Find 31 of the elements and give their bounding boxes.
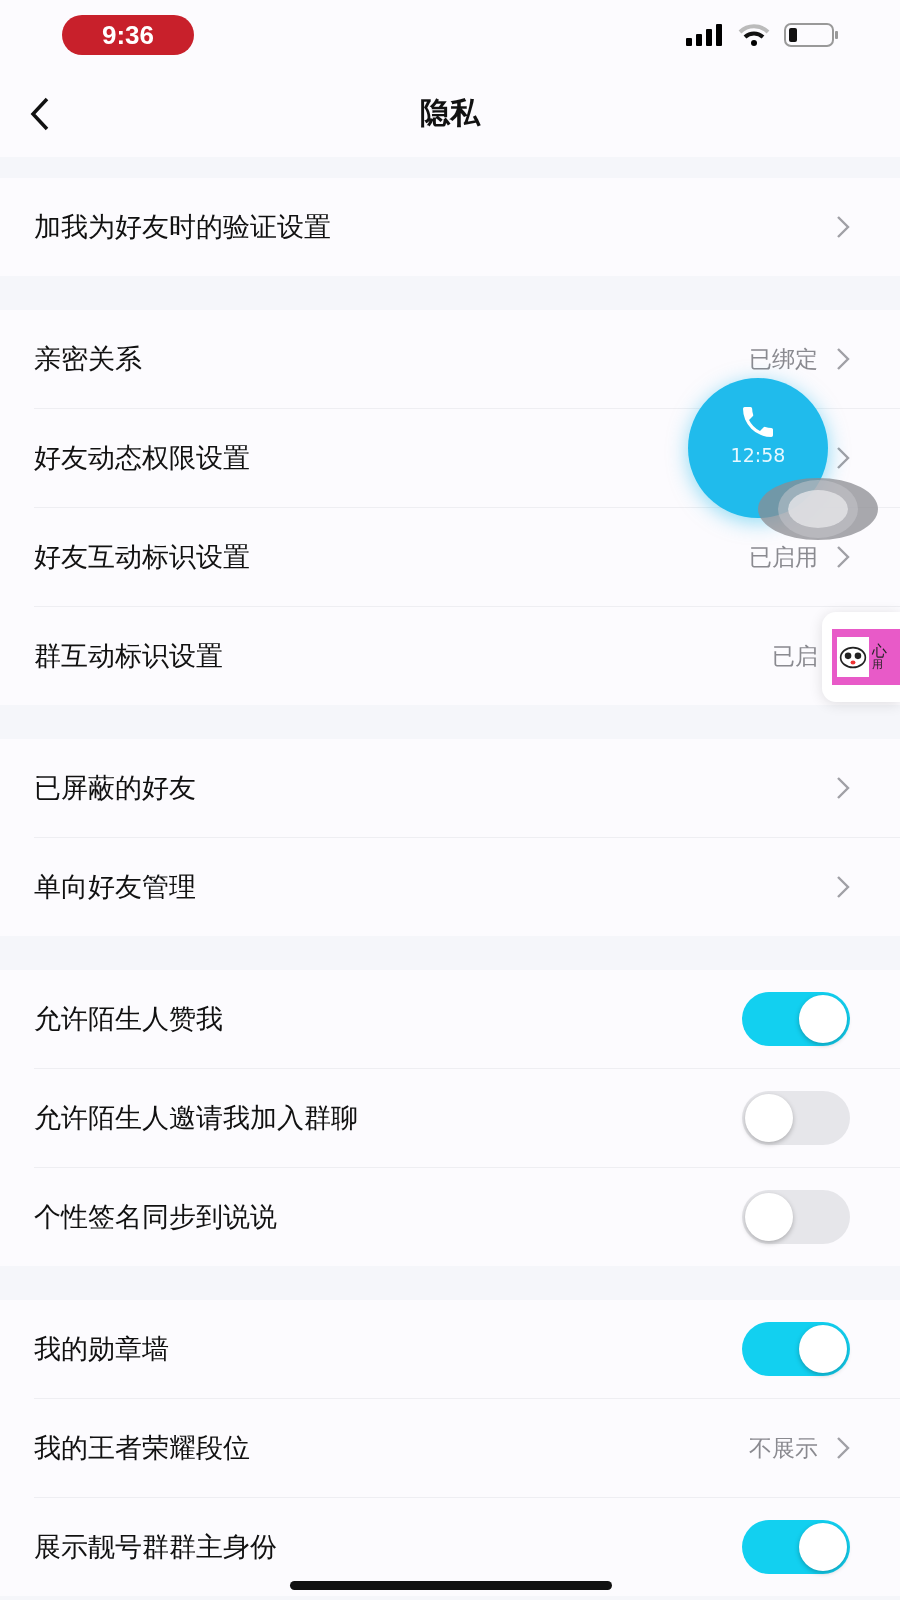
card-title: 心 [872, 642, 887, 660]
row-label: 群互动标识设置 [34, 639, 223, 673]
settings-row[interactable]: 允许陌生人邀请我加入群聊 [34, 1068, 900, 1167]
settings-row[interactable]: 加我为好友时的验证设置 [34, 178, 900, 276]
row-label: 单向好友管理 [34, 870, 196, 904]
settings-row[interactable]: 我的勋章墙 [34, 1300, 900, 1398]
page-title: 隐私 [419, 94, 482, 132]
card-subtitle: 用 [872, 659, 884, 672]
row-value: 不展示 [749, 1433, 818, 1463]
settings-row[interactable]: 个性签名同步到说说 [34, 1167, 900, 1266]
row-label: 好友互动标识设置 [34, 540, 250, 574]
call-timer: 12:58 [730, 444, 786, 466]
settings-row[interactable]: 我的王者荣耀段位 不展示 [34, 1398, 900, 1497]
popup-card[interactable]: 心 用 [822, 612, 900, 702]
row-label: 个性签名同步到说说 [34, 1200, 277, 1234]
row-label: 亲密关系 [34, 342, 142, 376]
row-label: 好友动态权限设置 [34, 441, 250, 475]
row-label: 允许陌生人邀请我加入群聊 [34, 1101, 358, 1135]
row-label: 我的王者荣耀段位 [34, 1431, 250, 1465]
row-label: 展示靓号群群主身份 [34, 1530, 277, 1564]
row-value: 已启 [772, 641, 818, 671]
status-time: 9:36 [62, 15, 194, 55]
row-value: 已绑定 [749, 344, 818, 374]
row-value: 已启用 [749, 542, 818, 572]
row-label: 允许陌生人赞我 [34, 1002, 223, 1036]
row-label: 加我为好友时的验证设置 [34, 210, 331, 244]
settings-row[interactable]: 允许陌生人赞我 [34, 970, 900, 1068]
settings-row[interactable]: 单向好友管理 [34, 837, 900, 936]
row-label: 我的勋章墙 [34, 1332, 169, 1366]
row-label: 已屏蔽的好友 [34, 771, 196, 805]
settings-row[interactable]: 已屏蔽的好友 [34, 739, 900, 837]
